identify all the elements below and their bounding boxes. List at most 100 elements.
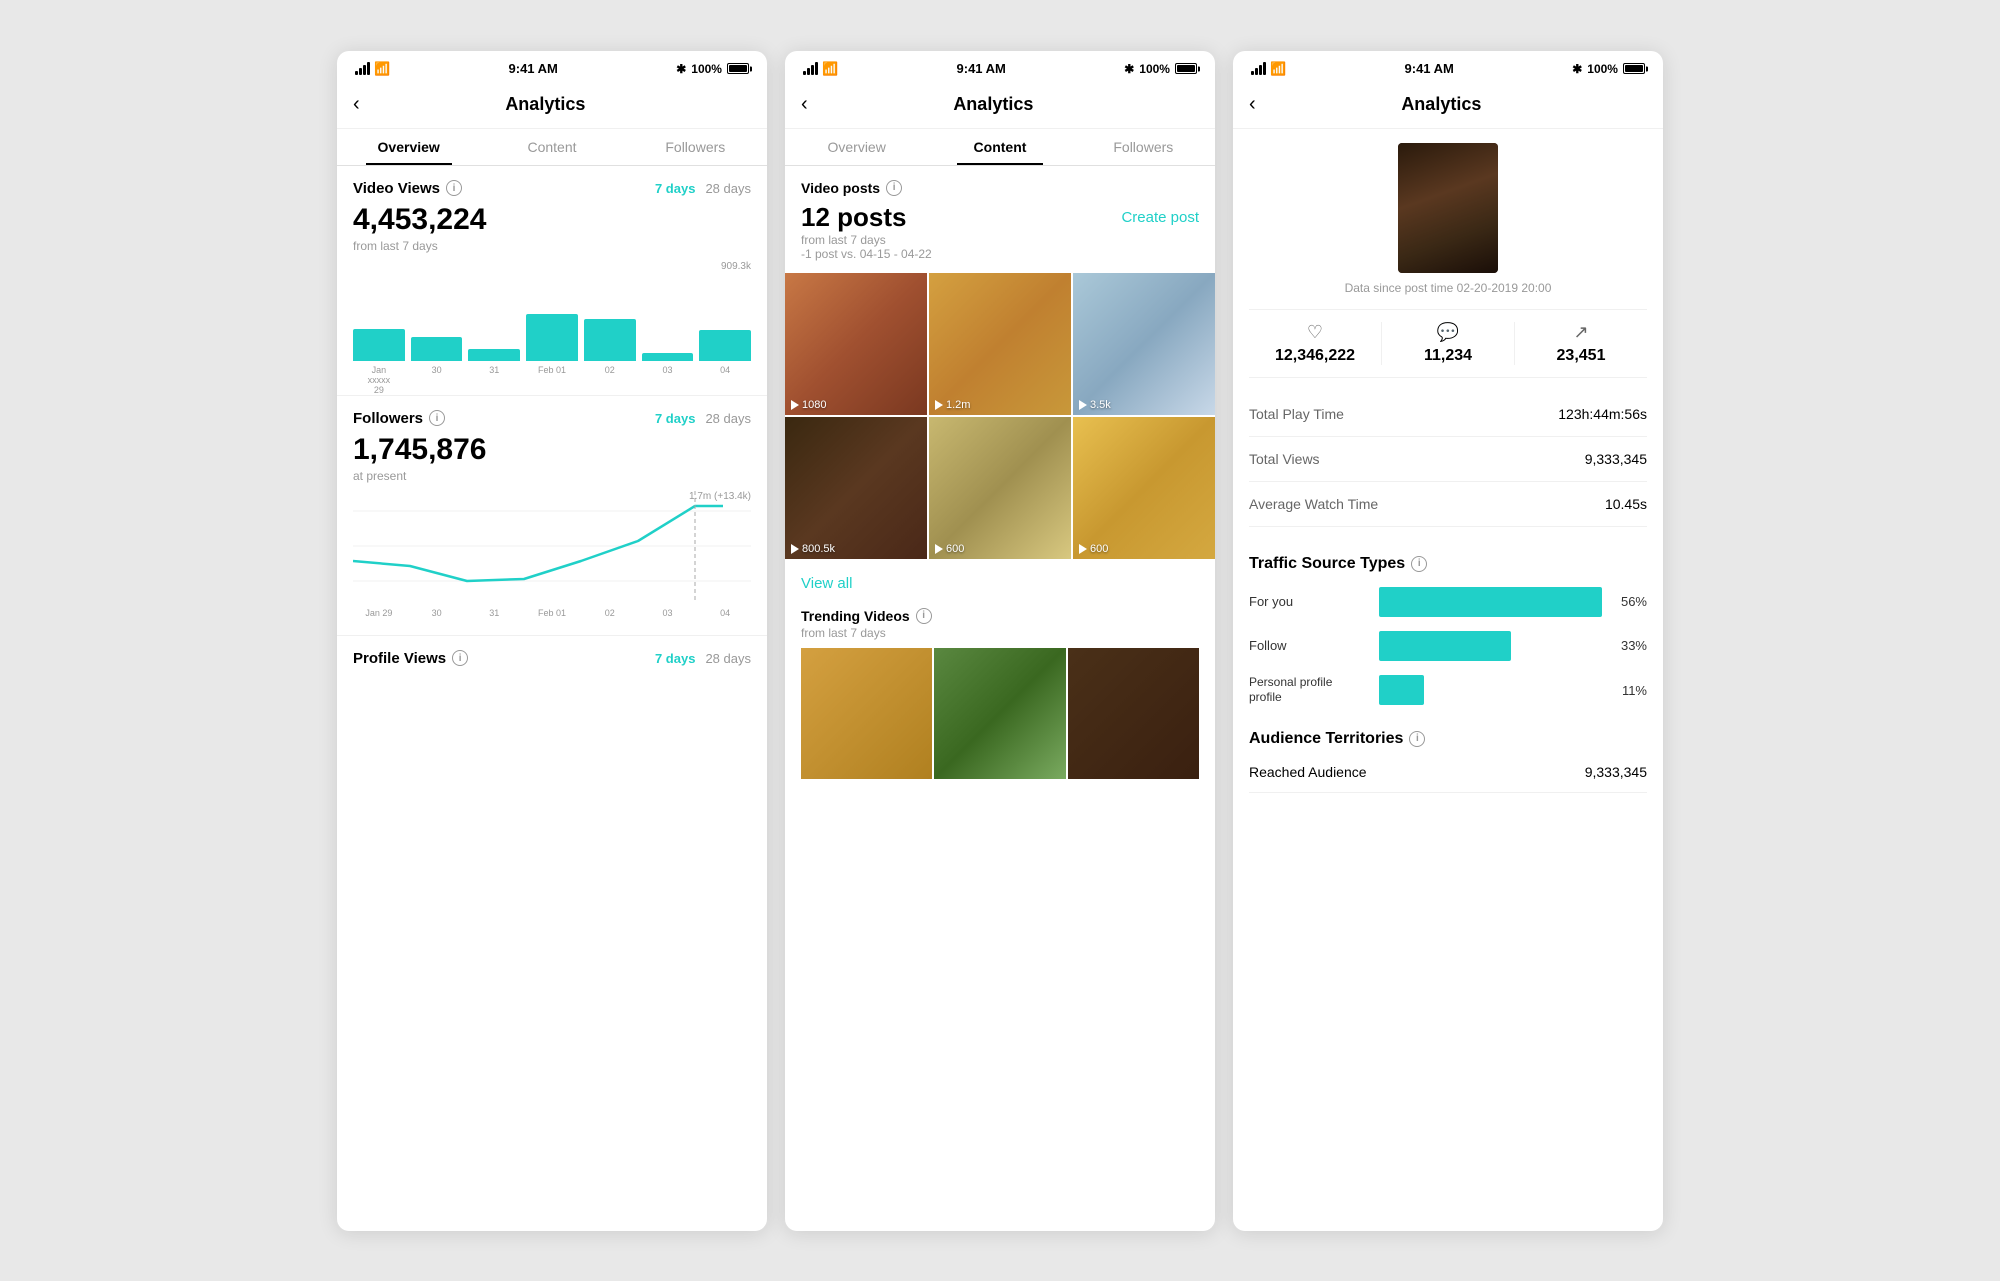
audience-section: Audience Territories i Reached Audience … xyxy=(1233,720,1663,793)
battery-pct-2: 100% xyxy=(1139,62,1170,76)
profile-views-label: Profile Views xyxy=(353,650,446,667)
total-views-row: Total Views 9,333,345 xyxy=(1249,437,1647,482)
trending-bg-1 xyxy=(801,648,932,779)
tab-content-1[interactable]: Content xyxy=(480,129,623,165)
total-play-time-value: 123h:44m:56s xyxy=(1558,406,1647,422)
reached-audience-row: Reached Audience 9,333,345 xyxy=(1249,752,1647,793)
trending-bg-2 xyxy=(934,648,1065,779)
audience-title-label: Audience Territories xyxy=(1249,730,1403,748)
trending-title: Trending Videos i xyxy=(801,608,1199,624)
play-icon-2 xyxy=(935,400,943,410)
signal-bar-2-1 xyxy=(803,71,806,75)
profile-28-days[interactable]: 28 days xyxy=(705,651,751,666)
back-button-3[interactable]: ‹ xyxy=(1249,89,1264,120)
period-7-days[interactable]: 7 days xyxy=(655,181,695,196)
trending-thumb-2[interactable] xyxy=(934,648,1065,779)
wifi-icon-2: 📶 xyxy=(822,61,838,77)
traffic-bar-foryou xyxy=(1379,587,1602,617)
video-posts-info[interactable]: i xyxy=(886,180,902,196)
traffic-bar-wrap-profile xyxy=(1379,675,1602,705)
line-label-feb02: 02 xyxy=(584,608,636,618)
video-posts-header: Video posts i 12 posts Create post from … xyxy=(785,166,1215,265)
traffic-pct-follow: 33% xyxy=(1612,638,1647,653)
post-detail: 15.67s Data since post time 02-20-2019 2… xyxy=(1233,129,1663,541)
audience-info[interactable]: i xyxy=(1409,731,1425,747)
video-views-header: Video Views i 7 days 28 days xyxy=(353,180,751,197)
trending-thumb-3[interactable] xyxy=(1068,648,1199,779)
battery-icon-2 xyxy=(1175,63,1197,74)
profile-views-section: Profile Views i 7 days 28 days xyxy=(337,636,767,667)
followers-7-days[interactable]: 7 days xyxy=(655,411,695,426)
video-thumb-4[interactable]: 800.5k xyxy=(785,417,927,559)
followers-28-days[interactable]: 28 days xyxy=(705,411,751,426)
likes-count: 12,346,222 xyxy=(1249,347,1381,365)
video-thumb-5[interactable]: 600 xyxy=(929,417,1071,559)
bar-feb01 xyxy=(526,314,578,360)
posts-sub-1: from last 7 days xyxy=(801,233,1199,247)
battery-pct-1: 100% xyxy=(691,62,722,76)
tab-overview-1[interactable]: Overview xyxy=(337,129,480,165)
trending-subtext: from last 7 days xyxy=(801,626,1199,640)
video-overlay-4: 800.5k xyxy=(785,539,927,559)
video-thumb-1[interactable]: 1080 xyxy=(785,273,927,415)
trending-thumb-1[interactable] xyxy=(801,648,932,779)
followers-info[interactable]: i xyxy=(429,410,445,426)
status-bar-3: 📶 9:41 AM ✱ 100% xyxy=(1233,51,1663,83)
video-views-info[interactable]: i xyxy=(446,180,462,196)
signal-bar-3-4 xyxy=(1263,62,1266,75)
signal-bars-3 xyxy=(1251,62,1266,75)
chart-bars xyxy=(353,261,751,361)
battery-fill-2 xyxy=(1177,65,1195,72)
profile-views-info[interactable]: i xyxy=(452,650,468,666)
total-play-time-row: Total Play Time 123h:44m:56s xyxy=(1249,392,1647,437)
profile-7-days[interactable]: 7 days xyxy=(655,651,695,666)
status-bar-2: 📶 9:41 AM ✱ 100% xyxy=(785,51,1215,83)
posts-count-row: 12 posts Create post xyxy=(801,202,1199,233)
status-right-1: ✱ 100% xyxy=(676,62,749,76)
post-thumbnail: 15.67s xyxy=(1398,143,1498,273)
stat-comments: 💬 11,234 xyxy=(1381,322,1514,365)
signal-bar-3-1 xyxy=(1251,71,1254,75)
trending-info[interactable]: i xyxy=(916,608,932,624)
signal-bar-2-4 xyxy=(815,62,818,75)
video-overlay-5: 600 xyxy=(929,539,1071,559)
period-28-days[interactable]: 28 days xyxy=(705,181,751,196)
thumb-bg-2 xyxy=(929,273,1071,415)
status-right-3: ✱ 100% xyxy=(1572,62,1645,76)
status-left-3: 📶 xyxy=(1251,61,1286,77)
label-feb04: 04 xyxy=(699,365,751,395)
back-button-2[interactable]: ‹ xyxy=(801,89,816,120)
video-overlay-2: 1.2m xyxy=(929,395,1071,415)
avg-watch-time-row: Average Watch Time 10.45s xyxy=(1249,482,1647,527)
stat-likes: ♡ 12,346,222 xyxy=(1249,322,1381,365)
posts-sub-2: -1 post vs. 04-15 - 04-22 xyxy=(801,247,1199,261)
line-chart-max: 1.7m (+13.4k) xyxy=(689,491,751,502)
traffic-info[interactable]: i xyxy=(1411,556,1427,572)
screen-2: 📶 9:41 AM ✱ 100% ‹ Analytics Overview Co… xyxy=(785,51,1215,1231)
video-thumb-3[interactable]: 3.5k xyxy=(1073,273,1215,415)
comments-count: 11,234 xyxy=(1382,347,1514,365)
line-chart: 1.7m (+13.4k) Jan 29 30 31 Feb 01 02 xyxy=(353,491,751,621)
view-all-link[interactable]: View all xyxy=(785,567,1215,600)
video-thumb-2[interactable]: 1.2m xyxy=(929,273,1071,415)
battery-fill-3 xyxy=(1625,65,1643,72)
nav-bar-3: ‹ Analytics xyxy=(1233,83,1663,129)
wifi-icon-1: 📶 xyxy=(374,61,390,77)
tab-followers-1[interactable]: Followers xyxy=(624,129,767,165)
tab-content-2[interactable]: Content xyxy=(928,129,1071,165)
followers-title: Followers i xyxy=(353,410,445,427)
traffic-bar-profile xyxy=(1379,675,1424,705)
video-overlay-6: 600 xyxy=(1073,539,1215,559)
screen-3-content: 15.67s Data since post time 02-20-2019 2… xyxy=(1233,129,1663,1231)
view-count-3: 3.5k xyxy=(1090,399,1111,411)
video-thumb-6[interactable]: 600 xyxy=(1073,417,1215,559)
create-post-btn[interactable]: Create post xyxy=(1121,209,1199,226)
traffic-pct-foryou: 56% xyxy=(1612,594,1647,609)
total-views-value: 9,333,345 xyxy=(1585,451,1647,467)
back-button-1[interactable]: ‹ xyxy=(353,89,368,120)
tab-overview-2[interactable]: Overview xyxy=(785,129,928,165)
status-left-2: 📶 xyxy=(803,61,838,77)
tab-followers-2[interactable]: Followers xyxy=(1072,129,1215,165)
label-jan29: Janxxxxx29 xyxy=(353,365,405,395)
play-icon-6 xyxy=(1079,544,1087,554)
